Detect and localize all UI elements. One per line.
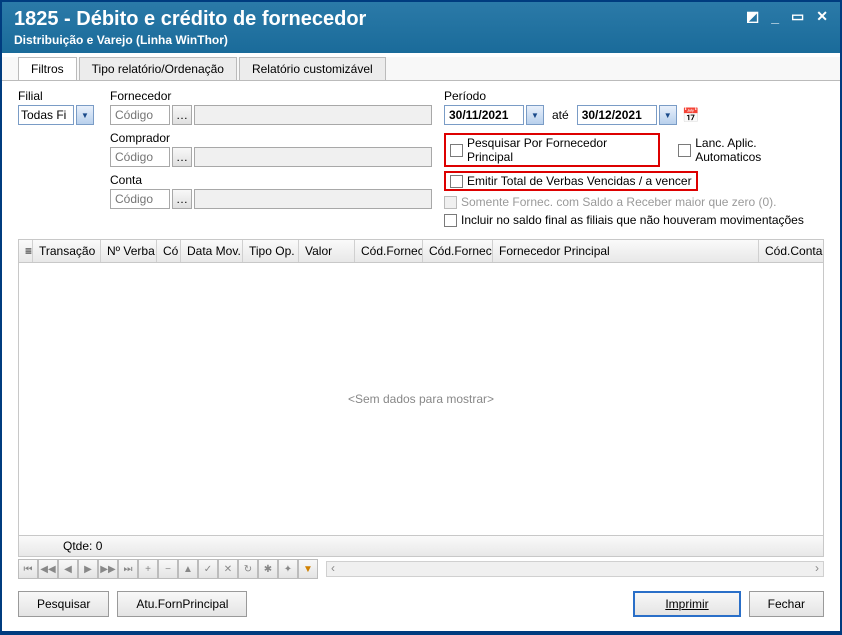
nav-first-icon[interactable]: ⏮: [18, 559, 38, 579]
nav-refresh-icon[interactable]: ↻: [238, 559, 258, 579]
nav-goto-icon[interactable]: ✦: [278, 559, 298, 579]
col-codfornec1[interactable]: Cód.Fornec: [355, 240, 423, 262]
minimize-icon[interactable]: _: [771, 9, 779, 25]
grid-footer: Qtde: 0: [19, 535, 823, 556]
fechar-button[interactable]: Fechar: [749, 591, 824, 617]
col-codconta[interactable]: Cód.Conta: [759, 240, 823, 262]
conta-code-input[interactable]: [110, 189, 170, 209]
col-datamov[interactable]: Data Mov.: [181, 240, 243, 262]
filial-dropdown-icon[interactable]: ▼: [76, 105, 94, 125]
tab-filtros[interactable]: Filtros: [18, 57, 77, 80]
chk-incluir-saldo[interactable]: [444, 214, 457, 227]
conta-desc-input[interactable]: [194, 189, 432, 209]
chk-pesquisar-fornecedor-label: Pesquisar Por Fornecedor Principal: [467, 136, 654, 164]
date-to-dropdown-icon[interactable]: ▼: [659, 105, 677, 125]
chk-emitir-total-label: Emitir Total de Verbas Vencidas / a venc…: [467, 174, 692, 188]
grid-header: ≡ Transação Nº Verba Có Data Mov. Tipo O…: [19, 240, 823, 263]
restore-icon[interactable]: ▭: [791, 8, 804, 25]
app-window: 1825 - Débito e crédito de fornecedor Di…: [2, 2, 840, 631]
highlight-emitir-total: Emitir Total de Verbas Vencidas / a venc…: [444, 171, 698, 191]
date-from-input[interactable]: [444, 105, 524, 125]
tab-relatorio-custom[interactable]: Relatório customizável: [239, 57, 386, 80]
fornecedor-lookup-button[interactable]: …: [172, 105, 192, 125]
horizontal-scrollbar[interactable]: [326, 561, 824, 577]
conta-lookup-button[interactable]: …: [172, 189, 192, 209]
nav-post-icon[interactable]: ✓: [198, 559, 218, 579]
col-fornprincipal[interactable]: Fornecedor Principal: [493, 240, 759, 262]
fornecedor-label: Fornecedor: [110, 89, 432, 103]
chk-somente-fornec-label: Somente Fornec. com Saldo a Receber maio…: [461, 195, 776, 209]
nav-delete-icon[interactable]: −: [158, 559, 178, 579]
atu-fornprincipal-button[interactable]: Atu.FornPrincipal: [117, 591, 247, 617]
filial-label: Filial: [18, 89, 98, 103]
fornecedor-desc-input[interactable]: [194, 105, 432, 125]
qtde-label: Qtde:: [63, 539, 92, 553]
nav-edit-icon[interactable]: ▲: [178, 559, 198, 579]
grid-row-selector[interactable]: ≡: [19, 240, 33, 262]
col-nverba[interactable]: Nº Verba: [101, 240, 157, 262]
highlight-pesquisar-fornecedor: Pesquisar Por Fornecedor Principal: [444, 133, 660, 167]
nav-nextpage-icon[interactable]: ▶▶: [98, 559, 118, 579]
chk-pesquisar-fornecedor[interactable]: [450, 144, 463, 157]
tab-tipo-relatorio[interactable]: Tipo relatório/Ordenação: [79, 57, 237, 80]
grid-navigator: ⏮ ◀◀ ◀ ▶ ▶▶ ⏭ + − ▲ ✓ ✕ ↻ ✱ ✦ ▼: [18, 559, 824, 579]
col-valor[interactable]: Valor: [299, 240, 355, 262]
comprador-lookup-button[interactable]: …: [172, 147, 192, 167]
date-ate-label: até: [552, 108, 569, 122]
titlebar: 1825 - Débito e crédito de fornecedor Di…: [2, 2, 840, 53]
col-cod[interactable]: Có: [157, 240, 181, 262]
maximize-alt-icon[interactable]: ◩: [746, 8, 759, 25]
qtde-value: 0: [96, 539, 103, 553]
window-subtitle: Distribuição e Varejo (Linha WinThor): [14, 33, 366, 47]
grid-body: <Sem dados para mostrar>: [19, 263, 823, 535]
nav-next-icon[interactable]: ▶: [78, 559, 98, 579]
nav-prevpage-icon[interactable]: ◀◀: [38, 559, 58, 579]
calendar-icon[interactable]: 📅: [679, 105, 703, 125]
filters-panel: Filial ▼ Fornecedor … Comprador … Conta: [2, 81, 840, 239]
nav-prev-icon[interactable]: ◀: [58, 559, 78, 579]
chk-somente-fornec: [444, 196, 457, 209]
pesquisar-button[interactable]: Pesquisar: [18, 591, 109, 617]
fornecedor-code-input[interactable]: [110, 105, 170, 125]
window-title: 1825 - Débito e crédito de fornecedor: [14, 8, 366, 31]
data-grid: ≡ Transação Nº Verba Có Data Mov. Tipo O…: [18, 239, 824, 557]
col-transacao[interactable]: Transação: [33, 240, 101, 262]
filial-select[interactable]: [18, 105, 74, 125]
col-codfornec2[interactable]: Cód.Fornec.: [423, 240, 493, 262]
comprador-desc-input[interactable]: [194, 147, 432, 167]
nav-insert-icon[interactable]: +: [138, 559, 158, 579]
tab-bar: Filtros Tipo relatório/Ordenação Relatór…: [2, 57, 840, 81]
button-bar: Pesquisar Atu.FornPrincipal Imprimir Fec…: [2, 581, 840, 631]
chk-incluir-saldo-label: Incluir no saldo final as filiais que nã…: [461, 213, 804, 227]
nav-filter-icon[interactable]: ▼: [298, 559, 318, 579]
date-from-dropdown-icon[interactable]: ▼: [526, 105, 544, 125]
date-to-input[interactable]: [577, 105, 657, 125]
nav-bookmark-icon[interactable]: ✱: [258, 559, 278, 579]
comprador-code-input[interactable]: [110, 147, 170, 167]
imprimir-button[interactable]: Imprimir: [633, 591, 740, 617]
nav-last-icon[interactable]: ⏭: [118, 559, 138, 579]
close-icon[interactable]: ✕: [816, 8, 828, 25]
col-tipoop[interactable]: Tipo Op.: [243, 240, 299, 262]
periodo-label: Período: [444, 89, 824, 103]
chk-emitir-total[interactable]: [450, 175, 463, 188]
grid-empty-text: <Sem dados para mostrar>: [348, 392, 494, 406]
chk-lanc-aplic-label: Lanc. Aplic. Automaticos: [695, 136, 824, 164]
nav-cancel-icon[interactable]: ✕: [218, 559, 238, 579]
comprador-label: Comprador: [110, 131, 432, 145]
conta-label: Conta: [110, 173, 432, 187]
chk-lanc-aplic[interactable]: [678, 144, 691, 157]
